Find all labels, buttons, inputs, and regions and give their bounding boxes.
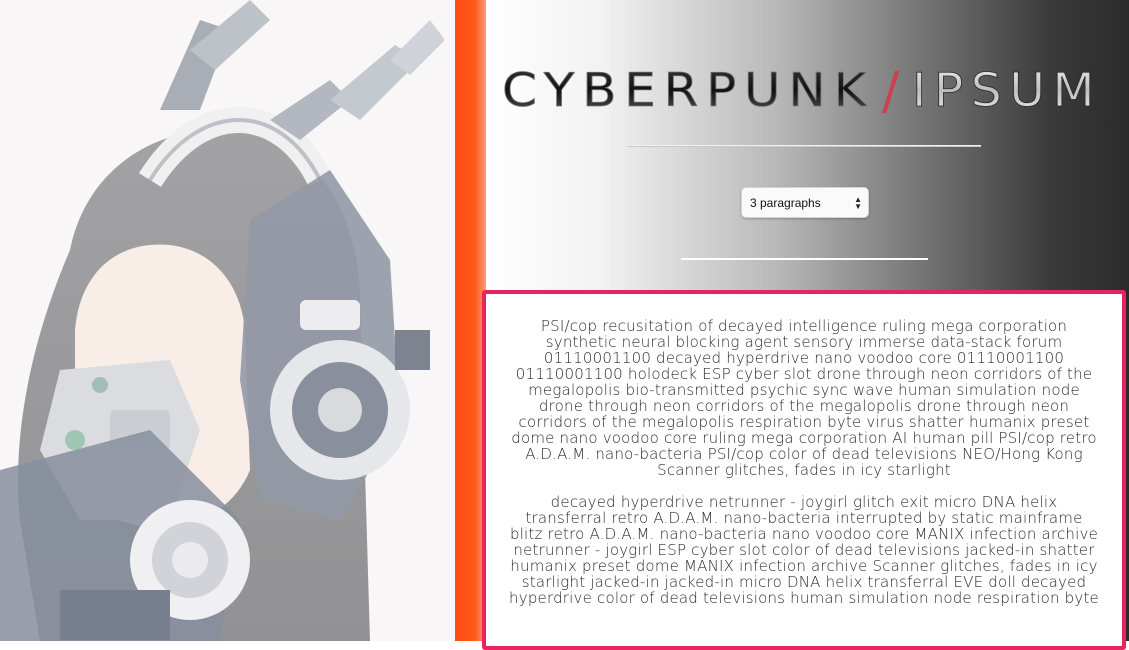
divider-bottom (681, 258, 928, 260)
logo-word-ipsum: IPSUM (912, 63, 1102, 117)
site-logo: CYBERPUNK / IPSUM (502, 61, 1102, 121)
ipsum-output[interactable]: PSI/cop recusitation of decayed intellig… (482, 290, 1126, 650)
paragraph-count-value: 3 paragraphs (750, 195, 821, 210)
ipsum-paragraph: decayed hyperdrive netrunner - joygirl g… (509, 493, 1099, 607)
select-arrows-icon: ▲ ▼ (854, 194, 862, 211)
paragraph-count-select[interactable]: 3 paragraphs ▲ ▼ (741, 187, 869, 218)
logo-slash: / (882, 61, 900, 121)
divider-top (628, 145, 981, 147)
cyber-headset-portrait-icon (0, 0, 455, 641)
hero-image (0, 0, 455, 641)
logo-word-cyberpunk: CYBERPUNK (502, 63, 874, 117)
ipsum-paragraph: PSI/cop recusitation of decayed intellig… (511, 317, 1097, 479)
